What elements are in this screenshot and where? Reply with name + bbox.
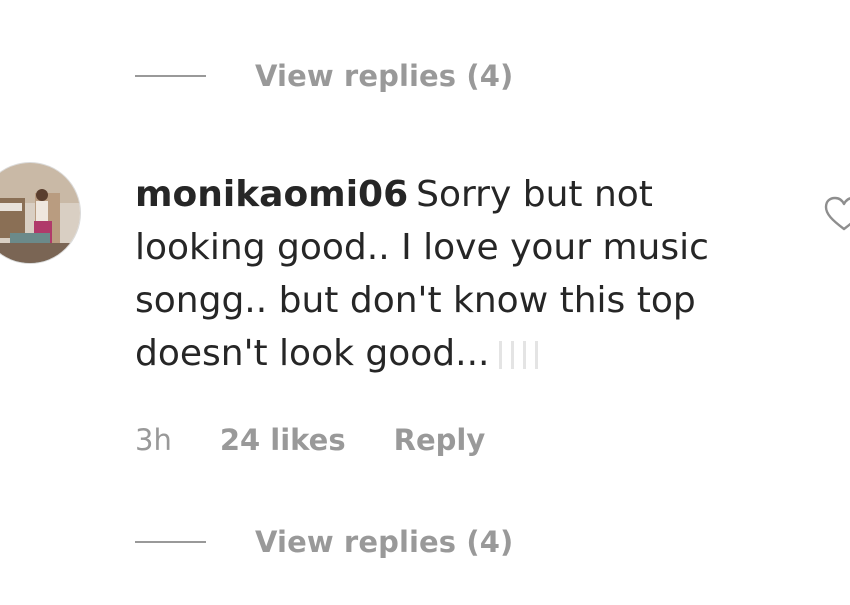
emoji-placeholders	[499, 331, 547, 384]
comment-meta: 3h 24 likes Reply	[135, 420, 485, 460]
view-replies-label[interactable]: View replies (4)	[255, 56, 513, 96]
comment-thread: View replies (4) monikaomi06 Sorry but no…	[0, 0, 850, 605]
avatar[interactable]	[0, 163, 80, 263]
view-replies-divider	[135, 541, 206, 543]
view-replies-divider	[135, 75, 206, 77]
comment-likes-count[interactable]: 24 likes	[220, 420, 346, 460]
comment-username[interactable]: monikaomi06	[135, 174, 408, 215]
comment-text-block: monikaomi06 Sorry but not looking good.. …	[135, 168, 755, 384]
reply-button[interactable]: Reply	[394, 420, 486, 460]
view-replies-label[interactable]: View replies (4)	[255, 522, 513, 562]
comment-timestamp[interactable]: 3h	[135, 420, 172, 460]
heart-icon[interactable]	[824, 196, 850, 232]
view-replies-button-top[interactable]: View replies (4)	[135, 56, 513, 96]
view-replies-button-bottom[interactable]: View replies (4)	[135, 522, 513, 562]
